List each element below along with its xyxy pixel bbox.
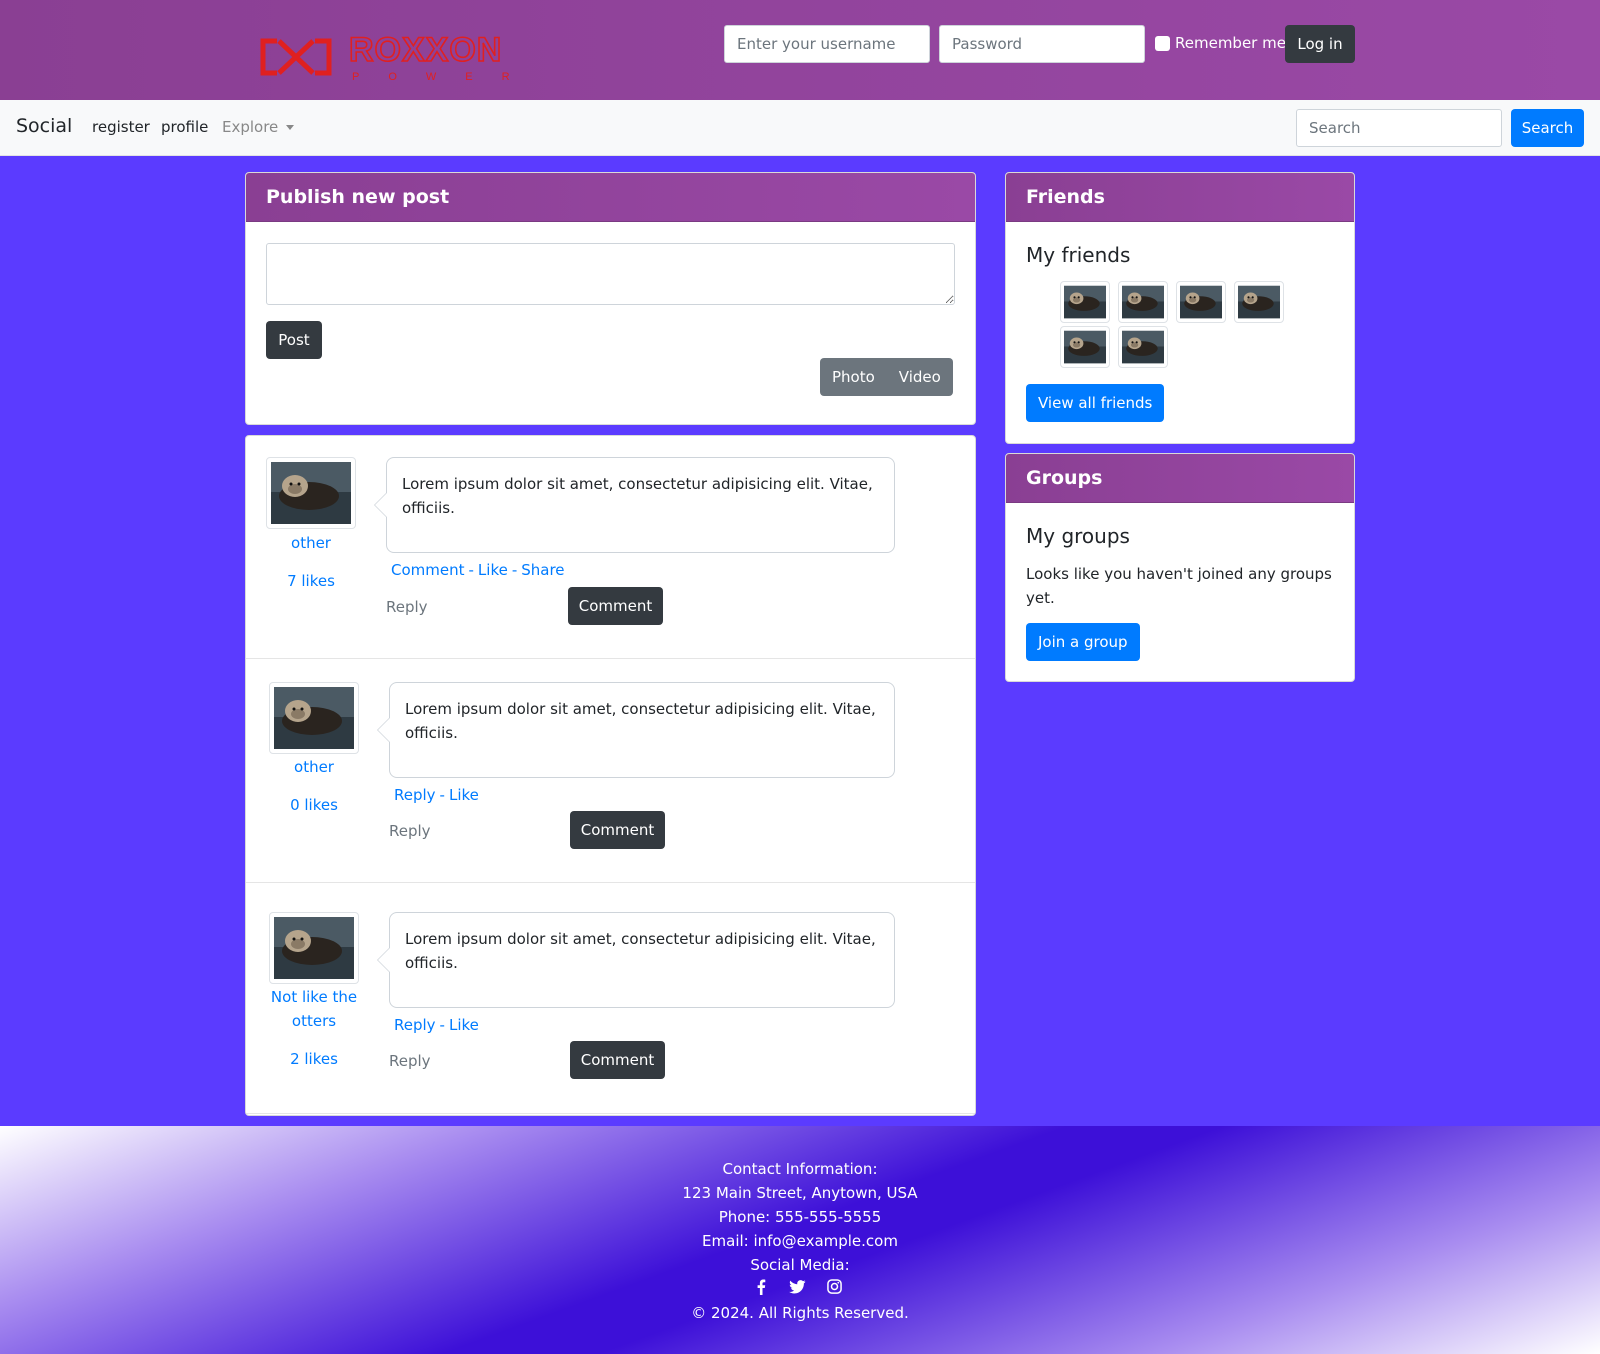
groups-card-title: Groups (1006, 454, 1354, 503)
search-button[interactable]: Search (1511, 109, 1584, 147)
post-action-like[interactable]: Like (478, 561, 508, 579)
reply-label[interactable]: Reply (389, 1052, 431, 1070)
nav-explore-dropdown[interactable]: Explore (222, 118, 295, 136)
media-button-group: Photo Video (820, 358, 953, 396)
publish-card: Publish new post Post Photo Video (245, 172, 976, 425)
post-action-comment[interactable]: Comment (391, 561, 465, 579)
footer-address: 123 Main Street, Anytown, USA (682, 1184, 918, 1202)
twitter-icon[interactable] (789, 1278, 806, 1295)
reply-label[interactable]: Reply (386, 598, 428, 616)
join-group-button[interactable]: Join a group (1026, 623, 1140, 661)
groups-empty-text: Looks like you haven't joined any groups… (1026, 565, 1332, 607)
post-text: Lorem ipsum dolor sit amet, consectetur … (377, 682, 895, 778)
post-action-like[interactable]: Like (449, 786, 479, 804)
friends-card-title: Friends (1006, 173, 1354, 222)
post-likes-link[interactable]: 7 likes (266, 572, 356, 590)
post-author-link[interactable]: other (266, 531, 356, 555)
footer-copyright: © 2024. All Rights Reserved. (691, 1304, 909, 1322)
roxxon-logo: ROXXON POWER (260, 33, 537, 83)
password-input[interactable] (939, 25, 1145, 63)
friend-avatar[interactable] (1060, 281, 1110, 323)
comment-button[interactable]: Comment (570, 811, 665, 849)
post-text: Lorem ipsum dolor sit amet, consectetur … (374, 457, 895, 553)
photo-button[interactable]: Photo (820, 358, 887, 396)
footer-contact-title: Contact Information: (722, 1160, 878, 1178)
comment-button[interactable]: Comment (568, 587, 663, 625)
friend-avatar[interactable] (1118, 281, 1168, 323)
post-avatar[interactable] (266, 457, 356, 529)
publish-card-title: Publish new post (246, 173, 975, 222)
otter-photo-icon (274, 917, 354, 979)
reply-label[interactable]: Reply (389, 822, 431, 840)
navbar: Social register profile Explore Search (0, 100, 1600, 156)
post-item: Not like the otters 2 likes Lorem ipsum … (246, 889, 975, 1114)
friends-card: Friends My friends View all friends (1005, 172, 1355, 444)
nav-register-link[interactable]: register (92, 118, 150, 136)
post-action-reply[interactable]: Reply (394, 786, 436, 804)
post-actions: Comment - Like - Share (391, 561, 565, 579)
post-item: other 0 likes Lorem ipsum dolor sit amet… (246, 659, 975, 883)
instagram-icon[interactable] (826, 1278, 843, 1295)
new-post-textarea[interactable] (266, 243, 955, 305)
top-header: ROXXON POWER Remember me Log in (0, 0, 1600, 100)
post-item: other 7 likes Lorem ipsum dolor sit amet… (246, 436, 975, 659)
friend-avatar[interactable] (1176, 281, 1226, 323)
svg-text:POWER: POWER (352, 71, 537, 83)
search-input[interactable] (1296, 109, 1502, 147)
comment-button[interactable]: Comment (570, 1041, 665, 1079)
friend-avatar[interactable] (1060, 326, 1110, 368)
navbar-brand[interactable]: Social (16, 115, 72, 137)
video-button[interactable]: Video (886, 358, 953, 396)
footer-phone: Phone: 555-555-5555 (718, 1208, 882, 1226)
remember-me[interactable]: Remember me (1155, 34, 1286, 52)
otter-photo-icon (274, 687, 354, 749)
friend-avatar[interactable] (1118, 326, 1168, 368)
post-avatar[interactable] (269, 912, 359, 984)
remember-me-checkbox[interactable] (1155, 35, 1170, 51)
post-likes-link[interactable]: 0 likes (269, 796, 359, 814)
login-button[interactable]: Log in (1285, 25, 1355, 63)
footer-email: Email: info@example.com (702, 1232, 898, 1250)
caret-down-icon (286, 124, 295, 130)
post-action-like[interactable]: Like (449, 1016, 479, 1034)
groups-card: Groups My groups Looks like you haven't … (1005, 453, 1355, 682)
footer: Contact Information: 123 Main Street, An… (0, 1126, 1600, 1354)
post-button[interactable]: Post (266, 321, 322, 359)
post-feed: other 7 likes Lorem ipsum dolor sit amet… (245, 435, 976, 1116)
explore-label: Explore (222, 118, 279, 136)
view-all-friends-button[interactable]: View all friends (1026, 384, 1165, 422)
post-action-reply[interactable]: Reply (394, 1016, 436, 1034)
post-actions: Reply - Like (394, 786, 479, 804)
otter-photo-icon (271, 462, 351, 524)
svg-text:ROXXON: ROXXON (349, 33, 502, 69)
post-author-link[interactable]: other (269, 755, 359, 779)
my-groups-heading: My groups (1026, 524, 1130, 548)
social-icons (752, 1278, 843, 1295)
post-text: Lorem ipsum dolor sit amet, consectetur … (377, 912, 895, 1008)
post-action-share[interactable]: Share (521, 561, 564, 579)
friend-avatar[interactable] (1234, 281, 1284, 323)
post-author-link[interactable]: Not like the otters (269, 985, 359, 1033)
my-friends-heading: My friends (1026, 243, 1131, 267)
nav-profile-link[interactable]: profile (161, 118, 208, 136)
username-input[interactable] (724, 25, 930, 63)
post-likes-link[interactable]: 2 likes (269, 1050, 359, 1068)
facebook-icon[interactable] (752, 1278, 769, 1295)
post-avatar[interactable] (269, 682, 359, 754)
post-actions: Reply - Like (394, 1016, 479, 1034)
footer-social-title: Social Media: (750, 1256, 850, 1274)
remember-me-label: Remember me (1175, 34, 1286, 52)
